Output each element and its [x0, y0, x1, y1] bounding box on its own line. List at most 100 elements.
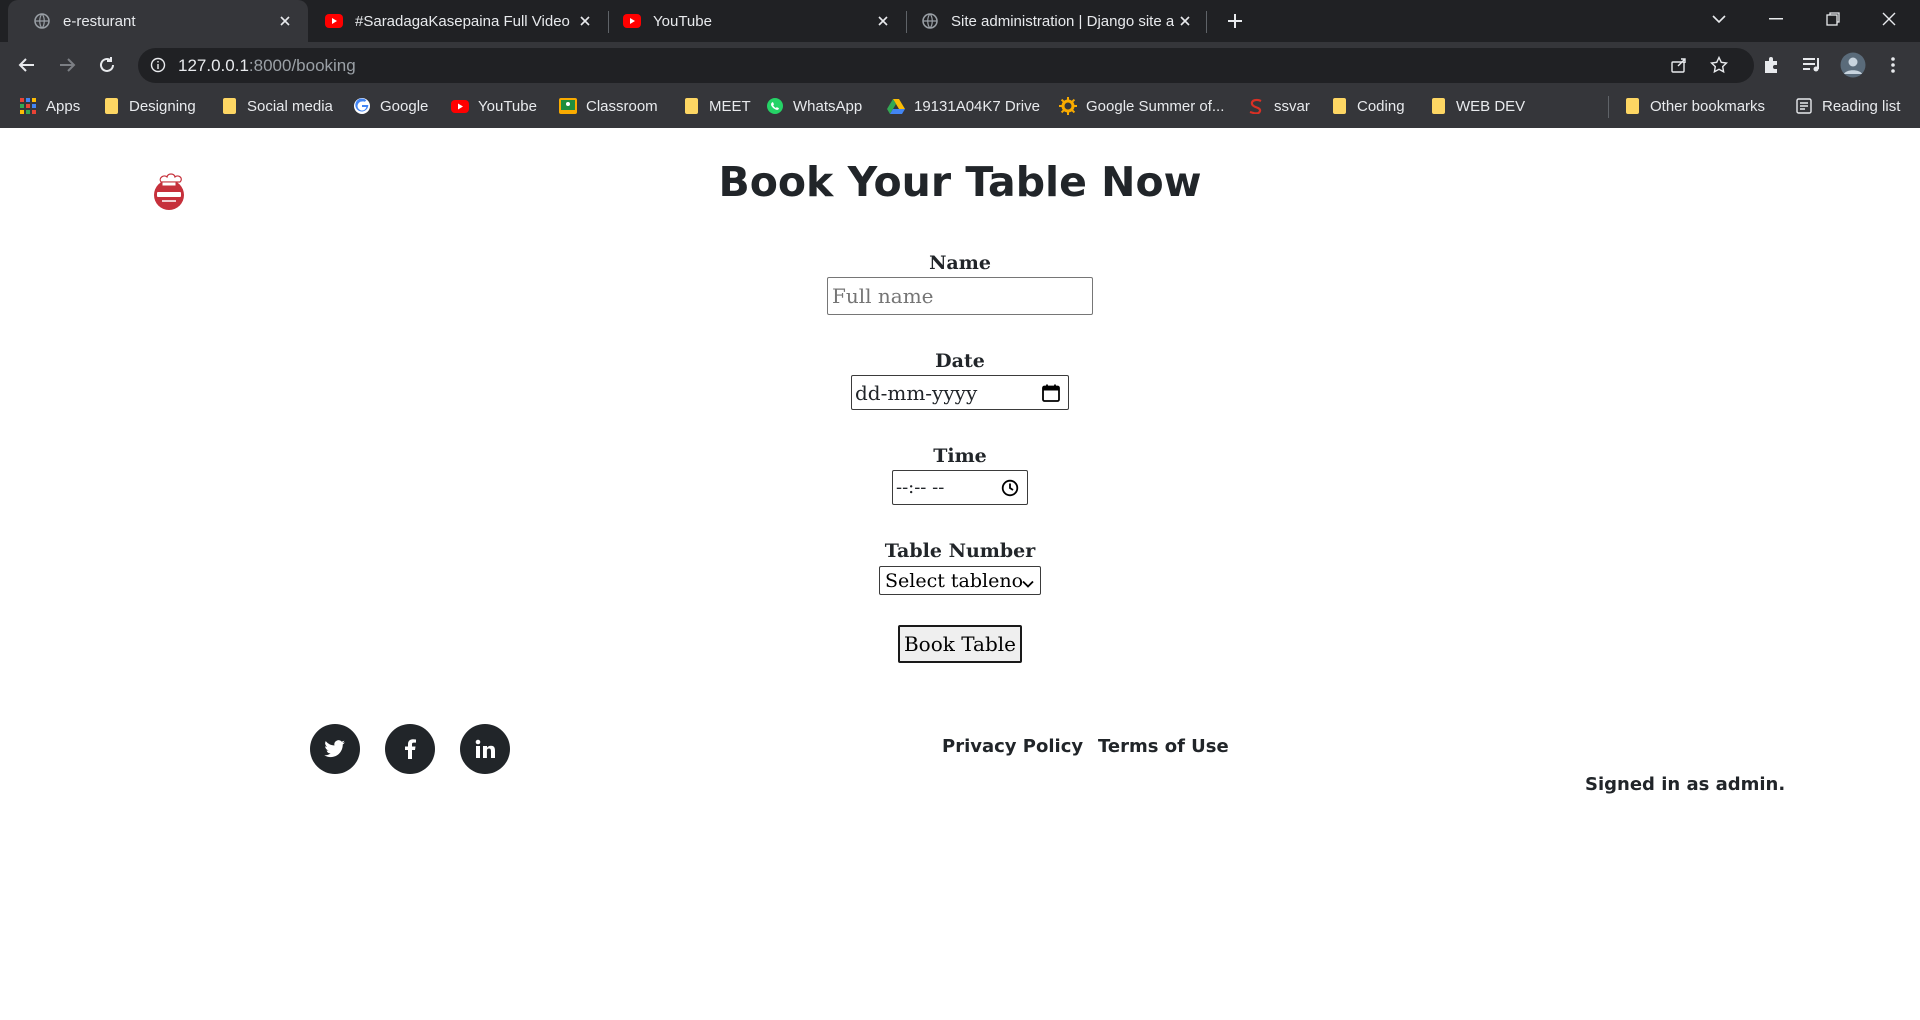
share-icon[interactable]: [1670, 56, 1688, 79]
bookmark-coding[interactable]: Coding: [1330, 88, 1405, 124]
gsoc-icon: [1059, 97, 1077, 115]
forward-button[interactable]: [52, 50, 82, 80]
bookmark-web-dev[interactable]: WEB DEV: [1429, 88, 1525, 124]
bookmark-google[interactable]: Google: [353, 88, 428, 124]
folder-icon: [1330, 97, 1348, 115]
bookmark-apps[interactable]: Apps: [19, 88, 80, 124]
page-title: Book Your Table Now: [718, 158, 1202, 206]
youtube-icon: [623, 12, 641, 30]
bookmark-label: MEET: [709, 97, 751, 115]
table-select-value: Select tableno: [885, 569, 1024, 592]
url-path: :8000/booking: [248, 56, 356, 75]
bookmarks-bar: Apps Designing Social media Google YouTu…: [0, 88, 1920, 128]
arrow-right-icon: [60, 58, 76, 72]
clock-icon[interactable]: [998, 476, 1022, 500]
folder-icon: [1623, 97, 1641, 115]
page-content: Book Your Table Now Name Full name Date …: [0, 128, 1920, 1020]
twitter-link[interactable]: [310, 724, 360, 774]
bookmark-ssvar[interactable]: ssvar: [1247, 88, 1310, 124]
media-control-button[interactable]: [1797, 50, 1827, 80]
bookmark-meet[interactable]: MEET: [682, 88, 751, 124]
book-table-button[interactable]: Book Table: [898, 625, 1022, 663]
chevron-down-icon: [1021, 574, 1035, 588]
globe-icon: [921, 12, 939, 30]
bookmark-label: 19131A04K7 Drive: [914, 97, 1040, 115]
bookmark-star-icon[interactable]: [1709, 55, 1729, 79]
tab-e-resturant[interactable]: e-resturant: [8, 0, 308, 42]
bookmark-youtube[interactable]: YouTube: [451, 88, 537, 124]
calendar-icon[interactable]: [1039, 381, 1063, 405]
signed-in-status: Signed in as admin.: [1585, 774, 1786, 795]
tab-separator: [1206, 11, 1207, 33]
other-bookmarks[interactable]: Other bookmarks: [1623, 88, 1765, 124]
close-tab-icon[interactable]: [872, 10, 894, 32]
time-placeholder: --:-- --: [896, 477, 945, 498]
info-icon[interactable]: [150, 57, 166, 78]
other-bookmarks-label: Other bookmarks: [1650, 97, 1766, 115]
extensions-button[interactable]: [1756, 50, 1786, 80]
name-label: Name: [929, 252, 991, 274]
twitter-icon: [324, 740, 345, 758]
facebook-icon: [405, 739, 416, 759]
tab-strip: e-resturant #SaradagaKasepaina Full Vide…: [0, 0, 1920, 42]
arrow-left-icon: [18, 58, 34, 72]
drive-icon: [887, 97, 905, 115]
address-bar[interactable]: 127.0.0.1:8000/booking: [138, 48, 1754, 83]
bookmark-gsoc[interactable]: Google Summer of...: [1059, 88, 1224, 124]
folder-icon: [220, 97, 238, 115]
linkedin-icon: [475, 739, 495, 758]
puzzle-icon: [1765, 57, 1777, 73]
reload-icon: [100, 57, 114, 72]
bookmark-whatsapp[interactable]: WhatsApp: [766, 88, 862, 124]
facebook-link[interactable]: [385, 724, 435, 774]
bookmark-classroom[interactable]: Classroom: [559, 88, 658, 124]
folder-icon: [102, 97, 120, 115]
privacy-policy-link[interactable]: Privacy Policy: [942, 736, 1083, 757]
bookmark-label: Designing: [129, 97, 196, 115]
terms-of-use-link[interactable]: Terms of Use: [1098, 736, 1229, 757]
bookmark-label: Social media: [247, 97, 333, 115]
chevron-down-icon: [1712, 15, 1726, 24]
name-placeholder: Full name: [832, 284, 934, 308]
playlist-icon: [1803, 58, 1819, 72]
reading-list[interactable]: Reading list: [1795, 88, 1900, 124]
menu-button[interactable]: [1878, 50, 1908, 80]
new-tab-button[interactable]: [1222, 8, 1248, 34]
ssvar-icon: [1247, 97, 1265, 115]
time-input[interactable]: --:-- --: [892, 470, 1028, 505]
name-input[interactable]: Full name: [827, 277, 1093, 315]
time-label: Time: [933, 445, 987, 467]
tab-title: #SaradagaKasepaina Full Video S: [355, 12, 574, 30]
bookmark-drive[interactable]: 19131A04K7 Drive: [887, 88, 1040, 124]
youtube-icon: [451, 97, 469, 115]
date-input[interactable]: dd-mm-yyyy: [851, 375, 1069, 410]
date-label: Date: [935, 350, 985, 372]
reload-button[interactable]: [92, 50, 122, 80]
bookmark-label: ssvar: [1274, 97, 1310, 115]
tab-saradaga-video[interactable]: #SaradagaKasepaina Full Video S: [300, 0, 608, 42]
apps-grid-icon: [19, 97, 37, 115]
reading-list-label: Reading list: [1822, 97, 1901, 115]
folder-icon: [682, 97, 700, 115]
close-tab-icon[interactable]: [574, 10, 596, 32]
bookmark-designing[interactable]: Designing: [102, 88, 196, 124]
bookmark-label: Google Summer of...: [1086, 97, 1225, 115]
back-button[interactable]: [12, 50, 42, 80]
close-window-button[interactable]: [1866, 0, 1912, 38]
tab-title: YouTube: [653, 12, 712, 30]
tab-youtube[interactable]: YouTube: [598, 0, 906, 42]
tab-django-admin[interactable]: Site administration | Django site a: [896, 0, 1208, 42]
minimize-button[interactable]: [1753, 0, 1799, 38]
close-tab-icon[interactable]: [274, 10, 296, 32]
bookmark-label: WhatsApp: [793, 97, 863, 115]
bookmark-social-media[interactable]: Social media: [220, 88, 333, 124]
date-placeholder: dd-mm-yyyy: [855, 380, 978, 405]
tab-title: Site administration | Django site a: [951, 12, 1174, 30]
profile-avatar[interactable]: [1838, 50, 1868, 80]
tab-title: e-resturant: [63, 12, 136, 30]
table-number-select[interactable]: Select tableno: [879, 566, 1041, 595]
close-tab-icon[interactable]: [1174, 10, 1196, 32]
restore-button[interactable]: [1810, 0, 1856, 38]
linkedin-link[interactable]: [460, 724, 510, 774]
tab-search-button[interactable]: [1696, 0, 1742, 38]
